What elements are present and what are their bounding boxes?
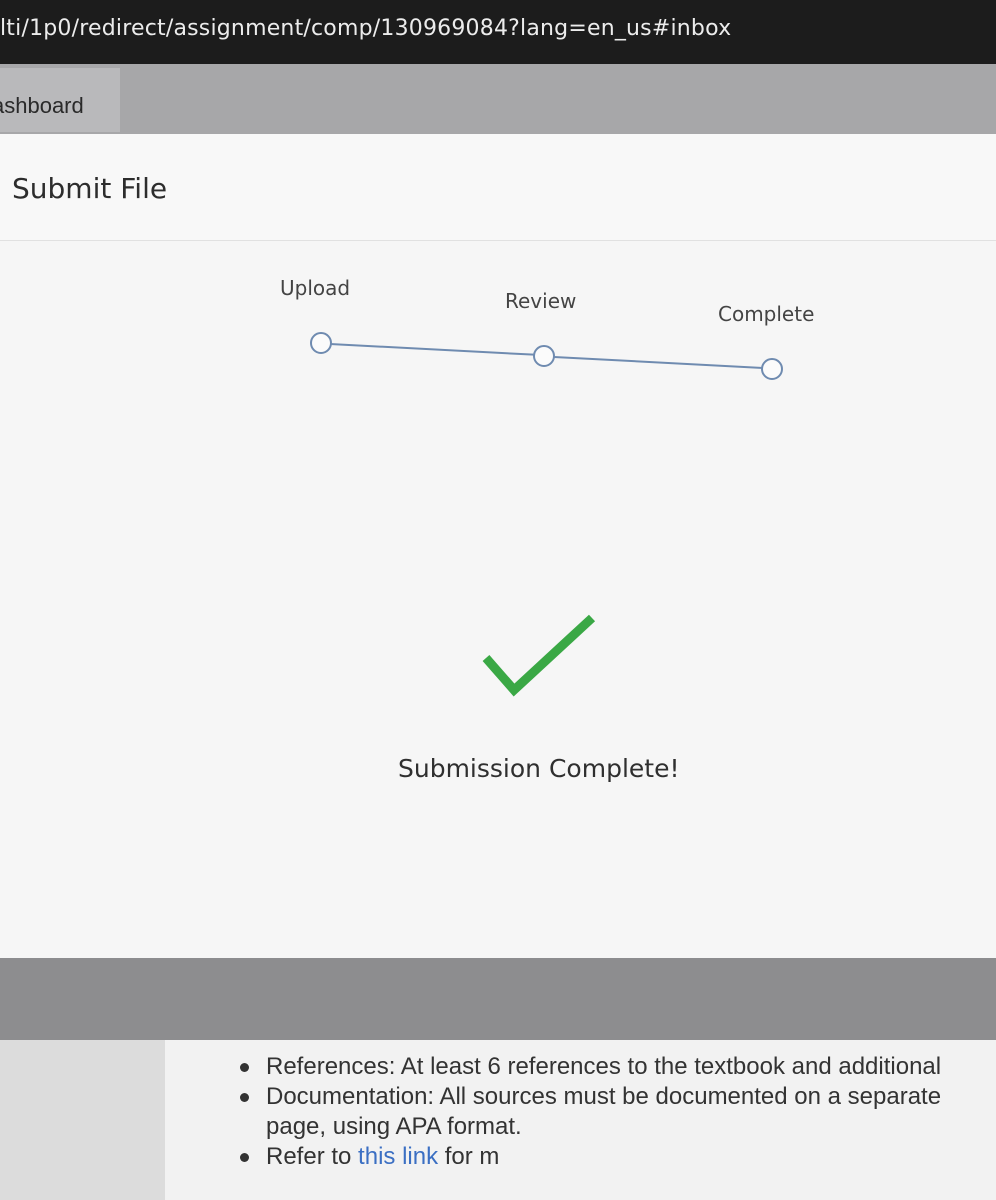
navigation-bar (0, 64, 996, 144)
list-item-text: Refer to (266, 1143, 359, 1170)
list-item: References: At least 6 references to the… (238, 1052, 996, 1082)
url-text[interactable]: lti/1p0/redirect/assignment/comp/1309690… (0, 16, 731, 41)
list-item: Refer to this link for m (238, 1142, 996, 1172)
step-dot-upload (310, 332, 332, 354)
checkmark-icon (482, 614, 596, 697)
step-connector-2 (553, 356, 764, 369)
list-item-continuation: page, using APA format. (238, 1112, 996, 1142)
submit-file-modal: Submit File Upload Review Complete Submi… (0, 134, 996, 994)
submission-complete-message: Submission Complete! (398, 754, 680, 783)
step-dot-review (533, 345, 555, 367)
list-item: Documentation: All sources must be docum… (238, 1082, 996, 1112)
step-dot-complete (761, 358, 783, 380)
tab-dashboard-label: ashboard (0, 93, 84, 118)
step-connector-1 (329, 343, 534, 356)
progress-steps: Upload Review Complete (0, 134, 996, 394)
list-item-text: for m (438, 1143, 500, 1170)
tab-dashboard[interactable]: ashboard (0, 68, 120, 132)
browser-address-bar[interactable]: lti/1p0/redirect/assignment/comp/1309690… (0, 0, 996, 64)
step-label-complete: Complete (718, 302, 815, 326)
requirements-list: References: At least 6 references to the… (238, 1052, 996, 1172)
list-item-text: page, using APA format. (266, 1113, 522, 1140)
this-link[interactable]: this link (358, 1143, 438, 1170)
step-label-upload: Upload (280, 276, 351, 300)
step-label-review: Review (505, 289, 577, 313)
